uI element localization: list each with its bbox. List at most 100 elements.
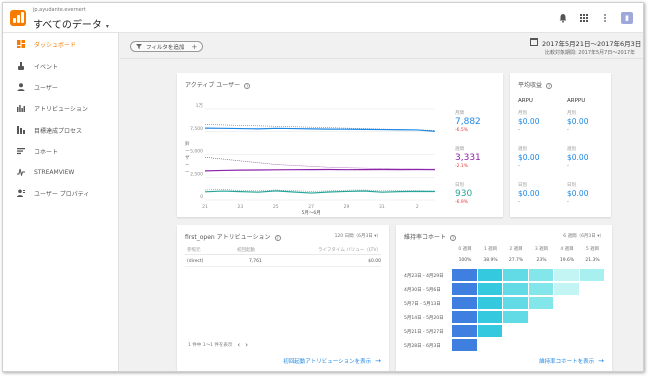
help-icon[interactable]: ? — [546, 82, 553, 89]
cohort-cell[interactable] — [452, 339, 478, 352]
arpu-delta-daily: - — [518, 199, 520, 205]
cohort-cell[interactable] — [452, 269, 478, 282]
calendar-icon[interactable] — [530, 38, 538, 46]
sidebar-item-funnels[interactable]: 目標達成プロセス — [3, 123, 119, 137]
cohort-week-header: 1 週目 — [483, 247, 498, 252]
cohort-cell[interactable] — [477, 325, 503, 338]
table-row[interactable]: (direct) 7,761 $0.00 — [185, 257, 381, 267]
x-tick-label: 21 — [202, 204, 208, 210]
sidebar: ダッシュボード イベント ユーザー アトリビューション 目標達成プロセス コホー… — [3, 33, 119, 371]
column-header-source[interactable]: 参照元 — [187, 247, 201, 253]
avatar-initial: ▮ — [625, 14, 629, 22]
cohort-row-label: 4月23日 - 4月29日 — [404, 274, 444, 279]
arppu-value-monthly: $0.00 — [567, 117, 589, 126]
chevron-right-icon[interactable]: › — [245, 341, 248, 349]
arpu-value-monthly: $0.00 — [518, 117, 540, 126]
y-axis-title-char: ー — [185, 149, 190, 154]
cohort-cell[interactable] — [503, 269, 529, 282]
column-header-ltv[interactable]: ライフタイム バリュー（LTV） — [318, 247, 381, 253]
help-icon[interactable]: ? — [450, 234, 457, 241]
sidebar-item-label: STREAMVIEW — [34, 168, 75, 176]
cohort-cell[interactable] — [554, 283, 580, 296]
arpu-value-weekly: $0.00 — [518, 153, 540, 162]
arpu-delta-monthly: - — [518, 127, 520, 133]
dashboard-icon — [17, 40, 25, 48]
card-title: 維持率コホート? — [404, 232, 457, 241]
cohort-week-percent: 38.9% — [483, 258, 498, 263]
x-axis-month-label: 5月～6月 — [302, 210, 321, 216]
attribution-range-selector[interactable]: 120 日間（6月3日 ▾） — [335, 233, 381, 239]
property-selector[interactable]: すべてのデータ ▾ — [33, 16, 109, 31]
cohort-cell[interactable] — [452, 325, 478, 338]
column-header-first-open[interactable]: 初回起動 — [237, 247, 255, 253]
cell-source: (direct) — [187, 259, 204, 264]
sidebar-item-users[interactable]: ユーザー — [3, 80, 119, 94]
cohort-cell[interactable] — [528, 283, 554, 296]
cohort-week-percent: 23% — [536, 258, 547, 263]
arrow-right-icon: → — [598, 357, 604, 365]
cohort-cell[interactable] — [452, 311, 478, 324]
x-tick-label: 25 — [273, 204, 279, 210]
date-range-picker[interactable]: 2017年5月21日～2017年6月3日 — [542, 38, 641, 48]
sidebar-item-attribution[interactable]: アトリビューション — [3, 101, 119, 115]
cohort-cell[interactable] — [452, 283, 478, 296]
pagination: 1 件中 1～1 件を表示 ‹ › — [188, 341, 248, 349]
cohort-cell[interactable] — [477, 269, 503, 282]
cell-first-open: 7,761 — [249, 259, 262, 264]
cohort-cell[interactable] — [503, 297, 529, 310]
arpu-header: ARPU — [518, 98, 533, 104]
arppu-label-monthly: 月別 — [567, 111, 576, 116]
sidebar-item-user-properties[interactable]: ユーザー プロパティ — [3, 186, 119, 200]
x-tick-label: 31 — [379, 204, 385, 210]
analytics-logo-icon[interactable] — [10, 10, 26, 26]
y-tick-label: 5,000 — [190, 149, 203, 155]
cohort-cell[interactable] — [528, 297, 554, 310]
cohort-title: 維持率コホート — [404, 234, 447, 241]
cohort-cell[interactable] — [477, 297, 503, 310]
cohort-week-header: 4 週目 — [560, 247, 574, 252]
view-attribution-link[interactable]: 初回起動アトリビューションを表示 → — [283, 357, 381, 365]
add-filter-label: フィルタを追加 — [146, 44, 185, 51]
view-cohort-link[interactable]: 維持率コホートを表示 → — [539, 357, 604, 365]
sidebar-item-dashboard[interactable]: ダッシュボード — [3, 37, 119, 51]
arpu-label-daily: 日別 — [518, 183, 527, 188]
sidebar-item-streamview[interactable]: STREAMVIEW — [3, 165, 119, 179]
cohort-cell[interactable] — [554, 269, 580, 282]
y-axis-title-char: ー — [185, 163, 190, 168]
metric-delta: -2.1% — [455, 164, 469, 169]
cohort-cell[interactable] — [503, 283, 529, 296]
attribution-table-header: 参照元 初回起動 ライフタイム バリュー（LTV） — [185, 247, 381, 255]
help-icon[interactable]: ? — [274, 234, 281, 241]
metric-label: 日別 — [455, 183, 464, 188]
cohort-cell[interactable] — [477, 311, 503, 324]
attribution-title: first_open アトリビューション — [185, 234, 271, 241]
avatar[interactable]: ▮ — [621, 12, 633, 24]
cohort-cell[interactable] — [452, 297, 478, 310]
cohort-row-label: 5月7日 - 5月13日 — [404, 302, 441, 307]
attribution-icon — [17, 104, 25, 112]
metric-value: 7,882 — [455, 117, 481, 127]
chevron-down-icon: ▾ — [105, 23, 109, 30]
cohort-cell[interactable] — [528, 269, 554, 282]
chevron-left-icon[interactable]: ‹ — [237, 341, 240, 349]
metric-value: 930 — [455, 189, 473, 199]
apps-icon[interactable] — [579, 13, 589, 23]
arppu-delta-weekly: - — [567, 163, 569, 169]
cohort-cell[interactable] — [579, 269, 605, 282]
sidebar-item-events[interactable]: イベント — [3, 59, 119, 73]
bell-icon[interactable] — [558, 13, 568, 23]
active-users-card: アクティブ ユーザー? 1万 7,500 5,000 2,500 0 鈴ーザーー 21 23 2… — [177, 73, 503, 217]
add-filter-button[interactable]: フィルタを追加 + — [130, 41, 204, 52]
arppu-label-weekly: 週別 — [567, 147, 576, 152]
more-vert-icon[interactable] — [600, 13, 610, 23]
metric-label: 週間 — [455, 147, 464, 152]
comparison-series-line — [204, 156, 435, 170]
sidebar-item-cohorts[interactable]: コホート — [3, 144, 119, 158]
filter-bar: フィルタを追加 + 2017年5月21日～2017年6月3日 比較対象期間: 2… — [120, 33, 643, 59]
sidebar-item-label: コホート — [34, 148, 59, 156]
y-tick-label: 7,500 — [190, 126, 203, 132]
cohort-range-selector[interactable]: 6 週間（6月3日 ▾） — [563, 233, 604, 239]
cohort-cell[interactable] — [503, 311, 529, 324]
cohort-cell[interactable] — [477, 283, 503, 296]
series-line — [204, 127, 436, 132]
